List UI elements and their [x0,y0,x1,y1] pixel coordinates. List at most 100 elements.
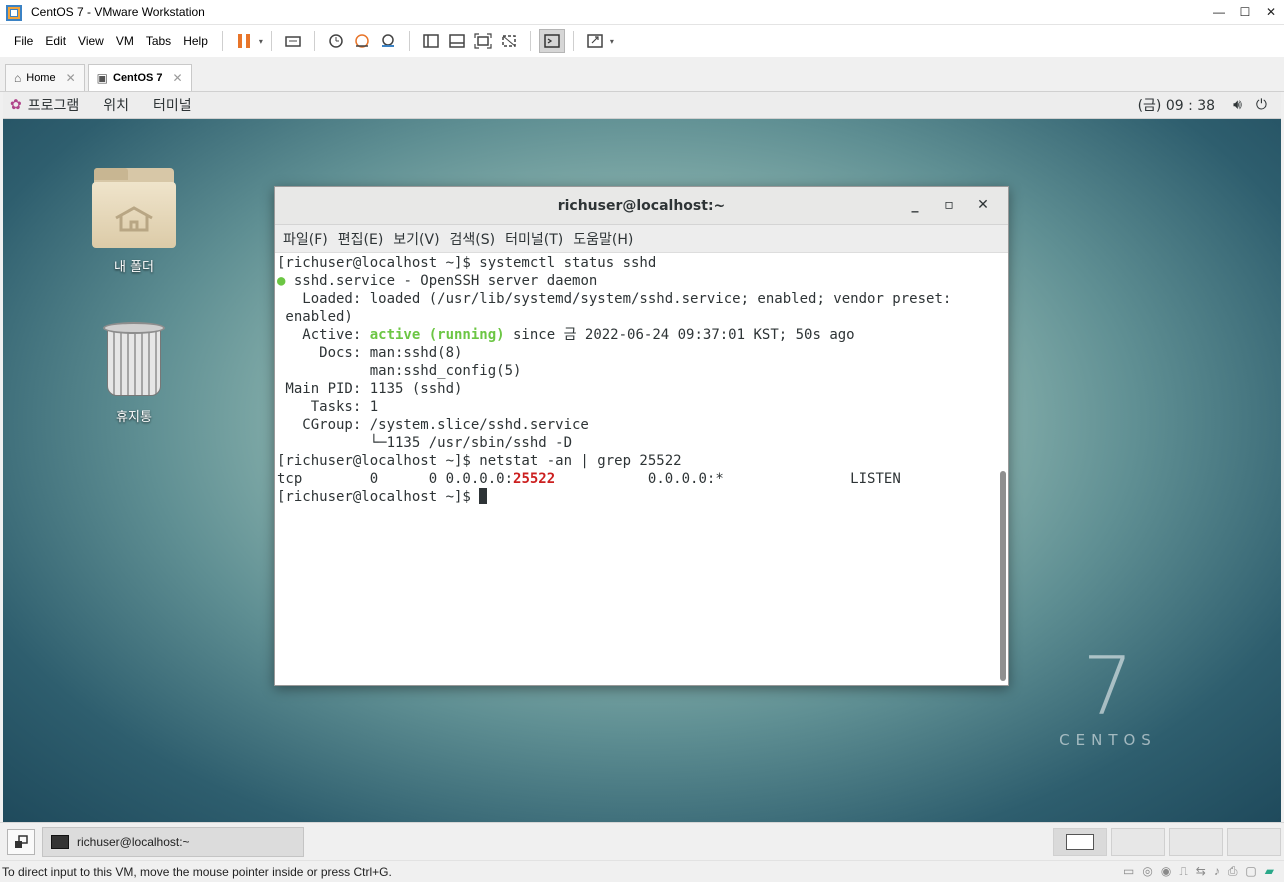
full-screen-button[interactable] [470,29,496,53]
tab-centos7[interactable]: ▣ CentOS 7 ✕ [87,64,192,91]
terminal-icon [51,834,69,849]
stretch-button[interactable] [582,29,608,53]
applications-icon: ✿ [10,97,22,113]
menu-file[interactable]: File [8,34,39,48]
console-icon [544,34,560,48]
stretch-icon [587,34,603,48]
toolbar-separator [221,31,223,51]
guest-screen[interactable]: ✿ 프로그램 위치 터미널 (금) 09 : 38 🔊︎ ⏻ 내 폴더 휴지통 … [3,92,1281,822]
terminal-title: richuser@localhost:~ [557,197,726,214]
home-icon: ⌂ [14,71,22,85]
revert-snapshot-icon [355,34,369,48]
desktop-icon-label: 휴지통 [116,410,152,425]
terminal-titlebar[interactable]: richuser@localhost:~ _ ▫ ✕ [275,187,1008,225]
terminal-text: [richuser@localhost ~]$ [277,489,480,505]
cd-dvd-icon[interactable]: ◎ [1142,864,1152,879]
console-view-button[interactable] [538,29,565,53]
menubar: File Edit View VM Tabs Help ▾ ▾ [0,25,1284,57]
hard-disk-icon[interactable]: ▭ [1123,864,1134,879]
terminal-line: Active: active (running) since 금 2022-06… [277,326,996,344]
restore-windows-icon [15,834,28,848]
menu-tabs[interactable]: Tabs [140,34,177,48]
thumbnail-bar-button[interactable] [444,29,470,53]
terminal-window[interactable]: richuser@localhost:~ _ ▫ ✕ 파일(F) 편집(E) 보… [274,186,1009,686]
terminal-line: └─1135 /usr/sbin/sshd -D [277,435,573,451]
clock[interactable]: (금) 09 : 38 [1138,95,1216,115]
window-title: CentOS 7 - VMware Workstation [31,5,205,19]
stretch-dropdown-icon[interactable]: ▾ [610,37,614,46]
terminal-line: CGroup: /system.slice/sshd.service [277,417,589,433]
terminal-text: 0.0.0.0:* LISTEN [555,471,901,487]
terminal-menu-file[interactable]: 파일(F) [278,229,333,249]
minimize-button[interactable]: — [1206,5,1232,19]
workspace-4[interactable] [1227,827,1281,856]
show-desktop-button[interactable] [7,828,35,855]
menu-help[interactable]: Help [177,34,214,48]
maximize-button[interactable]: ☐ [1232,5,1258,19]
unity-button[interactable] [496,29,522,53]
house-icon [115,206,153,232]
toolbar-separator [408,31,410,51]
pause-button[interactable] [231,29,257,53]
workspace-1[interactable] [1053,827,1107,856]
sidebar-icon [423,34,439,48]
terminal-scrollbar[interactable] [1000,471,1006,681]
network-icon[interactable]: ⎍ [1179,864,1187,879]
places-menu[interactable]: 위치 [103,95,129,115]
centos-wallpaper-logo: 7 CENTOS [1058,647,1158,750]
workspace-2[interactable] [1111,827,1165,856]
message-log-icon[interactable]: ▰ [1265,864,1274,879]
desktop-icon-label: 내 폴더 [113,260,154,275]
menu-vm[interactable]: VM [110,34,140,48]
taskbar-terminal-item[interactable]: richuser@localhost:~ [42,826,304,857]
menu-view[interactable]: View [72,34,110,48]
text-cursor [479,488,488,504]
tab-label: CentOS 7 [113,72,163,84]
desktop-home-folder[interactable]: 내 폴더 [79,168,189,275]
show-library-button[interactable] [418,29,444,53]
terminal-line: Tasks: 1 [277,399,379,415]
terminal-app-menu[interactable]: 터미널 [153,95,192,115]
device-icons: ▭ ◎ ◉ ⎍ ⇆ ♪ ⎙ ▢ ▰ [1115,864,1274,879]
display-icon[interactable]: ▢ [1245,864,1256,879]
desktop-trash[interactable]: 휴지통 [79,322,189,425]
highlighted-port: 25522 [513,471,556,487]
applications-menu[interactable]: 프로그램 [28,95,80,115]
take-snapshot-button[interactable] [323,29,349,53]
terminal-menu-view[interactable]: 보기(V) [388,229,444,249]
terminal-output[interactable]: [richuser@localhost ~]$ systemctl status… [275,253,996,685]
tab-home[interactable]: ⌂ Home ✕ [5,64,85,91]
terminal-close-button[interactable]: ✕ [966,197,1000,213]
tab-close-icon[interactable]: ✕ [173,71,183,85]
tab-label: Home [26,72,56,84]
thumbnail-icon [449,34,465,48]
printer-icon[interactable]: ⎙ [1228,864,1238,879]
gnome-top-bar: ✿ 프로그램 위치 터미널 (금) 09 : 38 🔊︎ ⏻ [3,92,1281,119]
floppy-icon[interactable]: ◉ [1161,864,1171,879]
toolbar-separator [270,31,272,51]
revert-snapshot-button[interactable] [349,29,375,53]
home-folder-icon [92,168,176,248]
usb-icon[interactable]: ⇆ [1196,864,1206,879]
terminal-menu-terminal[interactable]: 터미널(T) [500,229,568,249]
keyboard-icon [285,36,301,47]
terminal-menu-help[interactable]: 도움말(H) [568,229,638,249]
terminal-maximize-button[interactable]: ▫ [932,197,966,213]
terminal-line: Loaded: loaded (/usr/lib/systemd/system/… [277,291,952,307]
terminal-window-controls: _ ▫ ✕ [898,197,1000,213]
terminal-minimize-button[interactable]: _ [898,197,932,213]
power-dropdown-icon[interactable]: ▾ [259,37,263,46]
workspace-window-thumbnail [1066,833,1094,850]
send-ctrl-alt-del-button[interactable] [280,29,306,53]
snapshot-manager-button[interactable] [375,29,401,53]
terminal-menu-search[interactable]: 검색(S) [445,229,501,249]
workspace-3[interactable] [1169,827,1223,856]
terminal-menu-edit[interactable]: 편집(E) [333,229,389,249]
tab-close-icon[interactable]: ✕ [66,71,76,85]
volume-icon[interactable]: 🔊︎ [1233,97,1242,113]
close-button[interactable]: ✕ [1258,5,1284,19]
sound-icon[interactable]: ♪ [1214,864,1220,879]
power-icon[interactable]: ⏻ [1256,97,1267,113]
terminal-text: since 금 2022-06-24 09:37:01 KST; 50s ago [504,327,855,343]
menu-edit[interactable]: Edit [39,34,72,48]
